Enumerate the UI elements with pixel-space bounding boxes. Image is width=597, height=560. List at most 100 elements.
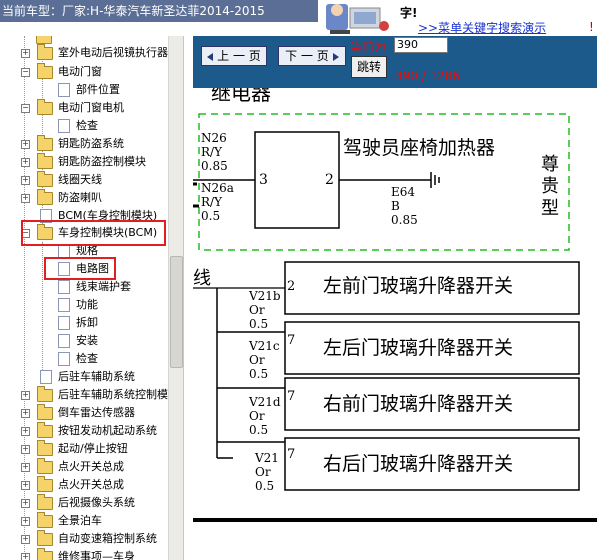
collapse-icon[interactable]: − [21,68,30,77]
pin-number: 2 [287,279,295,294]
folder-icon [37,458,53,474]
wire-label: V21 [254,451,279,465]
folder-icon [37,386,53,402]
wire-label: Or [249,353,265,367]
tree-item[interactable]: 检查 [0,350,168,368]
exclamation-mark: ! [589,20,594,34]
folder-icon [37,548,53,560]
folder-icon [37,404,53,420]
next-page-label: 下 一 页 [285,49,329,63]
tree-item[interactable]: + 钥匙防盗系统 [0,135,168,153]
tree-item[interactable]: + 后视摄像头系统 [0,494,168,512]
tree-item-label: 防盗喇叭 [58,191,102,204]
collapse-icon[interactable]: − [21,104,30,113]
tree-item[interactable]: + 后驻车辅助系统控制模 [0,386,168,404]
tree-item-label: 部件位置 [76,83,120,96]
top-bar: 当前车型：厂家:H-华泰汽车新圣达菲2014-2015 字! >>菜单关键字搜索… [0,0,597,36]
expand-icon[interactable]: + [21,409,30,418]
tree-item-label: 点火开关总成 [58,460,124,473]
wire-label: V21d [248,395,281,409]
prev-page-button[interactable]: 上 一 页 [201,46,267,66]
expand-icon[interactable]: + [21,481,30,490]
page-number-input[interactable]: 390 [394,37,448,53]
tree-item[interactable]: + 自动变速箱控制系统 [0,530,168,548]
folder-icon [37,440,53,456]
scroll-thumb[interactable] [170,256,183,368]
wire-label: Or [255,465,271,479]
tree-item[interactable]: + 防盗喇叭 [0,189,168,207]
expand-icon[interactable]: + [21,194,30,203]
tree-item[interactable]: 部件位置 [0,81,168,99]
trim-label: 贵 [541,176,559,197]
wire-label: N26a [201,181,234,195]
expand-icon[interactable]: + [21,553,30,560]
tree-item[interactable]: + 全景泊车 [0,512,168,530]
tree-item[interactable]: + 钥匙防盗控制模块 [0,153,168,171]
folder-icon [37,63,53,79]
tree-item-label: 倒车雷达传感器 [58,406,135,419]
tree-item[interactable]: + 点火开关总成 [0,476,168,494]
tree-item-label: 维修事项—车身 [58,550,135,560]
folder-icon [37,189,53,205]
pin-number: 2 [325,172,334,188]
expand-icon[interactable]: + [21,463,30,472]
folder-icon [37,44,53,60]
tree-item-label: 钥匙防盗系统 [58,137,124,150]
tree-item[interactable]: 检查 [0,117,168,135]
trim-label: 尊 [541,154,559,175]
tree-item[interactable]: − 电动门窗电机 [0,99,168,117]
search-demo-link[interactable]: >>菜单关键字搜索演示 [418,19,546,36]
trim-label: 型 [541,198,559,219]
expand-icon[interactable]: + [21,49,30,58]
expand-icon[interactable]: + [21,535,30,544]
expand-icon[interactable]: + [21,176,30,185]
switch-name: 左后门玻璃升降器开关 [323,337,513,359]
right-arrow-icon [332,52,339,61]
tree-item[interactable]: + 倒车雷达传感器 [0,404,168,422]
tree-item[interactable]: + 线圈天线 [0,171,168,189]
document-icon [58,352,70,366]
tree-item[interactable]: − 电动门窗 [0,63,168,81]
tree-item[interactable]: 拆卸 [0,314,168,332]
mechanic-logo [318,0,394,36]
wire-label: 0.5 [249,423,268,437]
tree-item-label: 检查 [76,119,98,132]
tree-item[interactable]: + 按钮发动机起动系统 [0,422,168,440]
prev-page-label: 上 一 页 [217,49,261,63]
switch-name: 右后门玻璃升降器开关 [323,453,513,475]
tree-item-label: 电动门窗电机 [58,101,124,114]
expand-icon[interactable]: + [21,158,30,167]
expand-icon[interactable]: + [21,499,30,508]
folder-icon [37,512,53,528]
jump-button[interactable]: 跳转 [351,56,387,78]
tree-item-label: 功能 [76,298,98,311]
tree-item[interactable]: + 室外电动后视镜执行器 [0,44,168,62]
tree-item[interactable]: 功能 [0,296,168,314]
tree-item[interactable]: + 点火开关总成 [0,458,168,476]
expand-icon[interactable]: + [21,445,30,454]
document-icon [58,244,70,258]
diagram-heading: 继电器 [211,88,271,105]
folder-icon [37,494,53,510]
expand-icon[interactable]: + [21,517,30,526]
tree-item[interactable]: + 起动/停止按钮 [0,440,168,458]
wire-label: E64 [391,185,415,199]
wire-label: 0.85 [201,159,228,173]
tree-item[interactable]: 线束端护套 [0,278,168,296]
heater-name: 驾驶员座椅加热器 [343,137,495,159]
expand-icon[interactable]: + [21,427,30,436]
wire-label: N26 [201,131,227,145]
expand-icon[interactable]: + [21,140,30,149]
expand-icon[interactable]: + [21,391,30,400]
tree-item[interactable]: 后驻车辅助系统 [0,368,168,386]
section-label: 线 [193,268,211,289]
sidebar-scrollbar[interactable] [168,36,183,560]
document-icon [58,316,70,330]
next-page-button[interactable]: 下 一 页 [278,46,346,66]
document-icon [40,370,52,384]
tree-item[interactable]: 安装 [0,332,168,350]
wire-label: 0.85 [391,213,418,227]
wire-label: 0.5 [201,209,220,223]
folder-icon [37,530,53,546]
tree-item[interactable]: + 维修事项—车身 [0,548,168,560]
